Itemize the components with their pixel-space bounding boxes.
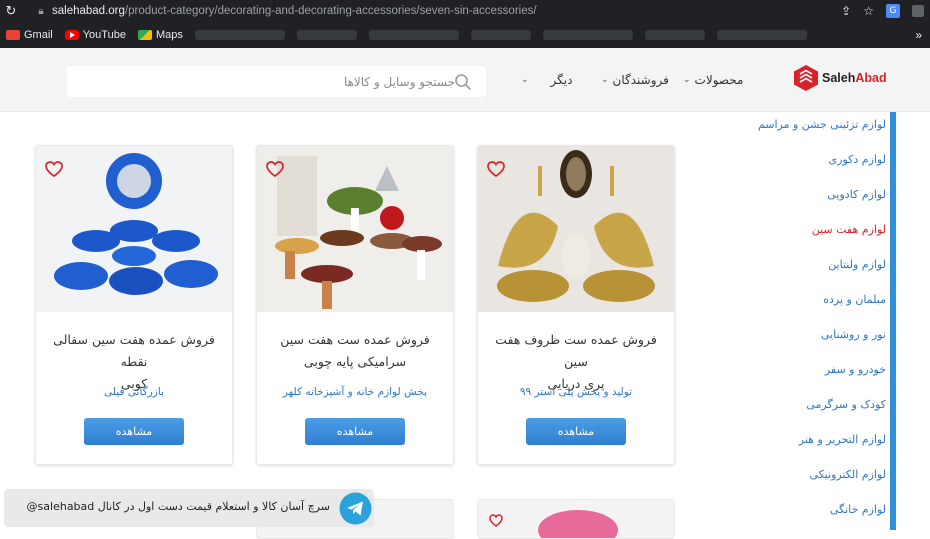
bookmark-blurred[interactable] <box>542 30 633 40</box>
sidebar-item[interactable]: لوازم تزئینی جشن و مراسم <box>758 118 886 131</box>
product-image[interactable] <box>478 146 674 312</box>
bookmark-blurred[interactable] <box>368 30 459 40</box>
sidebar-item[interactable]: کودک و سرگرمی <box>806 398 886 411</box>
bookmark-blurred[interactable] <box>296 30 357 40</box>
bookmark-gmail[interactable]: Gmail <box>6 29 53 41</box>
product-image[interactable] <box>257 146 453 312</box>
sidebar-accent-bar <box>890 112 896 530</box>
telegram-banner[interactable]: سرچ آسان کالا و استعلام قیمت دست اول در … <box>4 489 374 527</box>
bookmark-youtube[interactable]: YouTube <box>64 29 126 41</box>
lock-icon[interactable]: 🔒︎ <box>34 6 48 17</box>
star-icon[interactable]: ☆ <box>863 4 874 18</box>
logo-icon <box>794 65 818 91</box>
sidebar-item[interactable]: لوازم کادویی <box>827 188 886 201</box>
gmail-icon <box>6 30 20 40</box>
sidebar-item-active[interactable]: لوازم هفت سین <box>812 223 886 236</box>
telegram-icon <box>339 492 372 525</box>
bookmark-maps[interactable]: Maps <box>137 29 183 41</box>
chevron-down-icon: ⌄ <box>683 75 691 85</box>
bookmark-blurred[interactable] <box>194 30 285 40</box>
chevron-down-icon: ⌄ <box>601 75 609 85</box>
product-seller[interactable]: پخش لوازم خانه و آشپزخانه کلهر <box>263 386 447 398</box>
view-button[interactable]: مشاهده <box>84 418 184 445</box>
bookmark-blurred[interactable] <box>644 30 705 40</box>
reload-icon[interactable]: ↻ <box>2 4 20 19</box>
site-header: SalehAbad ⌄ محصولات ⌄ فروشندگان ⌄ دیگر <box>0 48 930 112</box>
heart-icon[interactable] <box>265 160 285 178</box>
search-icon[interactable] <box>454 73 472 91</box>
product-seller[interactable]: تولید و پخش پلی استر ۹۹ <box>484 386 668 398</box>
telegram-banner-text: سرچ آسان کالا و استعلام قیمت دست اول در … <box>26 500 330 513</box>
product-card[interactable] <box>477 499 675 539</box>
view-button[interactable]: مشاهده <box>305 418 405 445</box>
product-seller[interactable]: بازرگانی فیلی <box>42 386 226 398</box>
sidebar-item[interactable]: خودرو و سفر <box>825 363 886 376</box>
maps-icon <box>137 30 152 40</box>
sidebar-item[interactable]: مبلمان و پرده <box>823 293 886 306</box>
share-icon[interactable]: ⇪ <box>841 4 851 18</box>
product-card[interactable]: فروش عمده هفت سین سفالی نقطه کوبی بازرگان… <box>35 145 233 465</box>
bookmarks-bar: Gmail YouTube Maps » <box>0 22 930 48</box>
product-title[interactable]: فروش عمده ست هفت سین سرامیکی پایه چوبی <box>267 329 443 373</box>
youtube-icon <box>64 30 79 40</box>
view-button[interactable]: مشاهده <box>526 418 626 445</box>
sidebar-item[interactable]: نور و روشنایی <box>821 328 886 341</box>
sidebar-item[interactable]: لوازم الکترونیکی <box>809 468 886 481</box>
sidebar-item[interactable]: لوازم ولنتاین <box>828 258 886 271</box>
heart-icon[interactable] <box>44 160 64 178</box>
search-box <box>67 66 486 97</box>
site-logo[interactable]: SalehAbad <box>793 64 887 92</box>
sidebar-item[interactable]: لوازم التحریر و هنر <box>799 433 886 446</box>
sidebar-item[interactable]: لوازم دکوری <box>829 153 886 166</box>
nav-products[interactable]: ⌄ محصولات <box>683 48 743 112</box>
bookmark-blurred[interactable] <box>716 30 807 40</box>
product-card[interactable]: فروش عمده ست هفت سین سرامیکی پایه چوبی پخ… <box>256 145 454 465</box>
sidebar-item[interactable]: لوازم خانگی <box>830 503 886 516</box>
search-input[interactable] <box>75 66 455 97</box>
extension-icon[interactable] <box>912 5 924 17</box>
chevron-down-icon: ⌄ <box>521 75 529 85</box>
product-image[interactable] <box>36 146 232 312</box>
heart-icon[interactable] <box>486 160 506 178</box>
translate-icon[interactable]: G <box>886 4 900 18</box>
browser-address-bar: ↻ 🔒︎ salehabad.org/product-category/deco… <box>0 0 930 22</box>
address-field[interactable]: salehabad.org/product-category/decoratin… <box>52 5 537 17</box>
nav-sellers[interactable]: ⌄ فروشندگان <box>601 48 669 112</box>
bookmarks-overflow-icon[interactable]: » <box>915 28 922 42</box>
product-card[interactable]: فروش عمده ست ظروف هفت سین پری دریایی تولی… <box>477 145 675 465</box>
nav-other[interactable]: ⌄ دیگر <box>521 48 572 112</box>
category-sidebar: لوازم تزئینی جشن و مراسم لوازم دکوری لوا… <box>697 112 930 530</box>
bookmark-blurred[interactable] <box>470 30 531 40</box>
